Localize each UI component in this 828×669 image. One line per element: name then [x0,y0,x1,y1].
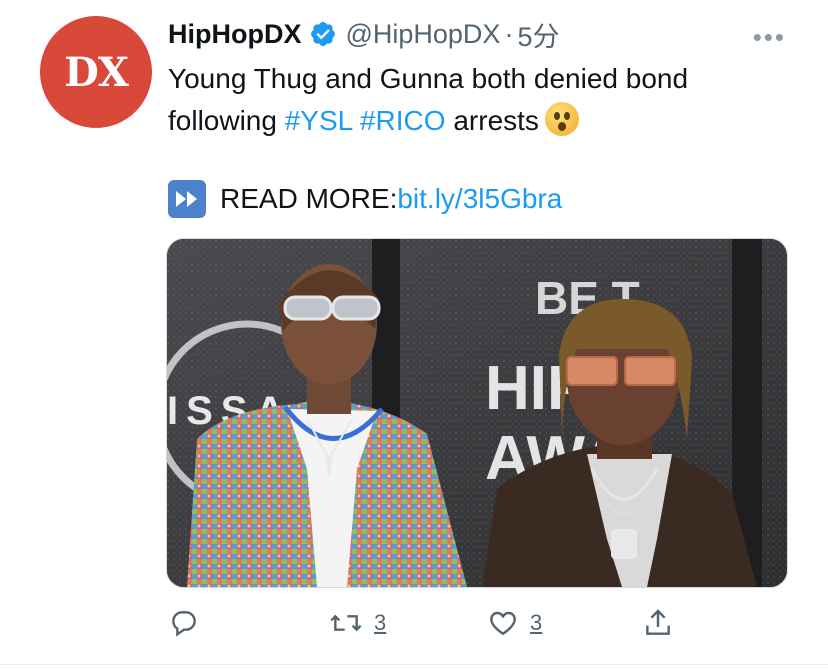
hashtag-rico[interactable]: #RICO [360,105,446,136]
tweet-actions: 3 3 [168,600,688,646]
read-more-line: READ MORE: bit.ly/3l5Gbra [168,178,562,220]
reply-button[interactable] [168,600,200,646]
like-count[interactable]: 3 [530,610,542,636]
reply-icon [172,611,196,637]
tweet-text-line-1: Young Thug and Gunna both denied bond [168,63,689,94]
read-more-label: READ MORE: [220,183,398,214]
more-options-icon[interactable]: ••• [753,22,786,53]
display-name[interactable]: HipHopDX [168,19,301,50]
user-handle[interactable]: @HipHopDX [345,19,500,50]
retweet-button[interactable]: 3 [328,600,386,646]
like-button[interactable]: 3 [486,600,542,646]
fast-forward-icon [168,180,206,218]
hashtag-ysl[interactable]: #YSL [285,105,352,136]
avatar[interactable]: DX [40,16,152,128]
hushed-face-emoji-icon [544,102,579,136]
timestamp[interactable]: 5分 [517,15,559,54]
separator-dot: · [504,18,514,49]
text-arrests: arrests [445,105,539,136]
photo-illustration: ISSA BE T HIP AWA [167,239,787,587]
tweet[interactable]: DX HipHopDX @HipHopDX · 5分 ••• Young Thu… [0,0,828,669]
retweet-icon [330,614,362,632]
tweet-photo[interactable]: ISSA BE T HIP AWA [166,238,788,588]
heart-icon [490,611,516,636]
verified-icon [311,22,336,46]
tweet-header: HipHopDX @HipHopDX · 5分 [168,14,559,54]
retweet-count[interactable]: 3 [374,610,386,636]
tweet-text: Young Thug and Gunna both denied bond fo… [168,58,788,142]
tweet-text-line-2: following #YSL #RICO arrests [168,100,788,142]
divider [0,664,828,665]
text-following: following [168,105,285,136]
avatar-logo-text: DX [64,48,129,96]
share-button[interactable] [642,600,674,646]
article-link[interactable]: bit.ly/3l5Gbra [397,178,562,220]
share-icon [646,609,670,635]
